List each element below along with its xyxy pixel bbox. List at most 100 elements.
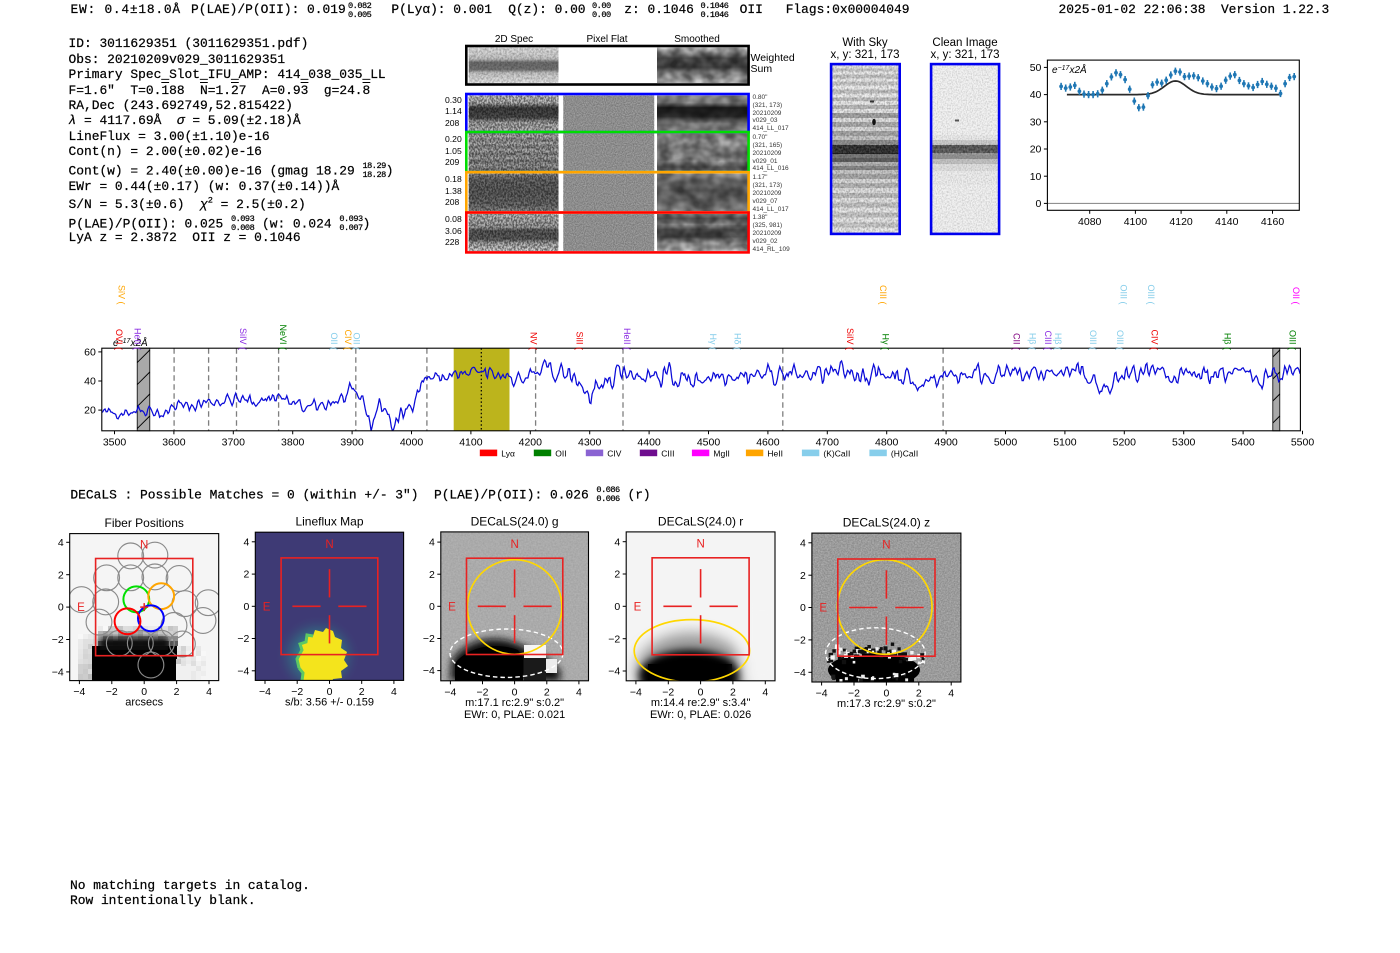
svg-text:4600: 4600 [756, 436, 780, 448]
svg-text:0: 0 [58, 602, 64, 614]
svg-text:4140: 4140 [1215, 216, 1239, 228]
svg-text:40: 40 [1030, 89, 1042, 101]
svg-text:4400: 4400 [637, 436, 661, 448]
svg-text:CIV: CIV [607, 449, 622, 459]
svg-text:2D Spec: 2D Spec [495, 34, 533, 45]
svg-text:0: 0 [614, 601, 620, 613]
svg-text:2: 2 [174, 686, 180, 698]
svg-text:EWr: 0, PLAE: 0.021: EWr: 0, PLAE: 0.021 [464, 709, 565, 721]
svg-text:50: 50 [1030, 62, 1042, 74]
svg-text:4300: 4300 [578, 436, 602, 448]
svg-text:−2: −2 [106, 686, 118, 698]
svg-text:Hγ (: Hγ ( [880, 334, 890, 351]
svg-text:SiIV (: SiIV ( [238, 328, 248, 350]
svg-text:Hβ (: Hβ ( [1027, 333, 1037, 350]
svg-text:NeVI (: NeVI ( [278, 324, 288, 350]
svg-text:30: 30 [1030, 116, 1042, 128]
svg-text:m:17.3 rc:2.9" s:0.2": m:17.3 rc:2.9" s:0.2" [837, 698, 936, 710]
svg-text:Hβ (: Hβ ( [1053, 333, 1063, 350]
svg-text:4100: 4100 [459, 436, 483, 448]
svg-text:N: N [696, 539, 704, 551]
svg-text:3800: 3800 [281, 436, 305, 448]
svg-text:4: 4 [206, 686, 212, 698]
svg-text:Hγ (: Hγ ( [708, 334, 718, 351]
svg-text:DECaLS(24.0) g: DECaLS(24.0) g [471, 514, 559, 528]
svg-text:3600: 3600 [162, 436, 186, 448]
svg-text:OVI (: OVI ( [114, 329, 124, 350]
svg-text:DECaLS(24.0) z: DECaLS(24.0) z [843, 516, 930, 530]
svg-text:3500: 3500 [103, 436, 127, 448]
svg-text:20: 20 [1030, 144, 1042, 156]
svg-text:−4: −4 [259, 686, 271, 698]
svg-text:HeII (: HeII ( [622, 328, 632, 350]
svg-text:−4: −4 [52, 667, 64, 679]
svg-text:4700: 4700 [816, 436, 840, 448]
svg-text:E: E [263, 601, 271, 613]
svg-text:s/b: 3.56 +/- 0.159: s/b: 3.56 +/- 0.159 [285, 696, 374, 708]
svg-text:4: 4 [614, 536, 620, 548]
svg-text:Lineflux Map: Lineflux Map [295, 515, 363, 529]
svg-text:OIII (: OIII ( [1288, 330, 1298, 350]
svg-text:(H)CaII: (H)CaII [891, 449, 918, 459]
svg-text:0: 0 [800, 602, 806, 614]
svg-text:Smoothed: Smoothed [674, 34, 720, 45]
svg-text:4100: 4100 [1124, 216, 1148, 228]
svg-text:40: 40 [84, 376, 96, 388]
svg-text:E: E [819, 603, 827, 615]
svg-text:OIII (: OIII ( [1115, 330, 1125, 350]
svg-text:MgII: MgII [713, 449, 730, 459]
svg-text:5500: 5500 [1291, 436, 1315, 448]
svg-text:0: 0 [429, 601, 435, 613]
svg-text:4120: 4120 [1169, 216, 1193, 228]
svg-text:−4: −4 [630, 686, 642, 698]
svg-text:OII (: OII ( [1291, 287, 1301, 305]
svg-text:−4: −4 [423, 665, 435, 677]
svg-text:3900: 3900 [340, 436, 364, 448]
svg-text:OII: OII [555, 449, 566, 459]
svg-text:EWr: 0, PLAE: 0.026: EWr: 0, PLAE: 0.026 [650, 709, 751, 721]
svg-text:4800: 4800 [875, 436, 899, 448]
svg-text:(K)CaII: (K)CaII [823, 449, 850, 459]
svg-text:Hδ (: Hδ ( [732, 333, 742, 350]
svg-text:5100: 5100 [1053, 436, 1077, 448]
svg-text:−4: −4 [73, 686, 85, 698]
svg-text:4000: 4000 [400, 436, 424, 448]
svg-text:arcsecs: arcsecs [125, 697, 163, 709]
svg-text:−2: −2 [794, 635, 806, 647]
svg-text:E: E [448, 601, 456, 613]
svg-text:−4: −4 [816, 688, 828, 700]
svg-text:OIII (: OIII ( [1088, 330, 1098, 350]
svg-text:NV (: NV ( [528, 332, 538, 350]
svg-text:−2: −2 [237, 633, 249, 645]
svg-text:5200: 5200 [1113, 436, 1137, 448]
svg-text:m:14.4 re:2.9" s:3.4": m:14.4 re:2.9" s:3.4" [651, 697, 751, 709]
svg-text:4080: 4080 [1078, 216, 1102, 228]
svg-text:CIV (: CIV ( [1149, 329, 1159, 350]
svg-text:m:17.1 rc:2.9" s:0.2": m:17.1 rc:2.9" s:0.2" [465, 697, 564, 709]
svg-text:−4: −4 [608, 666, 620, 678]
svg-text:OII (: OII ( [329, 333, 339, 351]
svg-text:OII (: OII ( [351, 333, 361, 351]
svg-text:4: 4 [391, 686, 397, 698]
svg-text:Fiber Positions: Fiber Positions [105, 516, 184, 530]
svg-text:2: 2 [429, 569, 435, 581]
svg-text:4: 4 [243, 536, 249, 548]
svg-text:−4: −4 [237, 665, 249, 677]
svg-text:Hβ (: Hβ ( [1222, 333, 1232, 350]
svg-text:4: 4 [762, 686, 768, 698]
svg-text:E: E [634, 601, 642, 613]
svg-text:2: 2 [243, 569, 249, 581]
svg-text:SiIV (: SiIV ( [845, 328, 855, 350]
svg-text:10: 10 [1030, 171, 1042, 183]
svg-text:4200: 4200 [519, 436, 543, 448]
svg-text:2: 2 [800, 570, 806, 582]
svg-text:E: E [77, 602, 85, 614]
svg-text:SiII (: SiII ( [574, 331, 584, 350]
svg-text:4: 4 [948, 688, 954, 700]
svg-text:4: 4 [576, 686, 582, 698]
svg-text:−4: −4 [444, 686, 456, 698]
svg-text:N: N [510, 539, 518, 551]
svg-text:HeII (: HeII ( [133, 328, 143, 350]
svg-text:CIII (: CIII ( [1043, 331, 1053, 351]
svg-text:OIII (: OIII ( [1146, 285, 1156, 305]
